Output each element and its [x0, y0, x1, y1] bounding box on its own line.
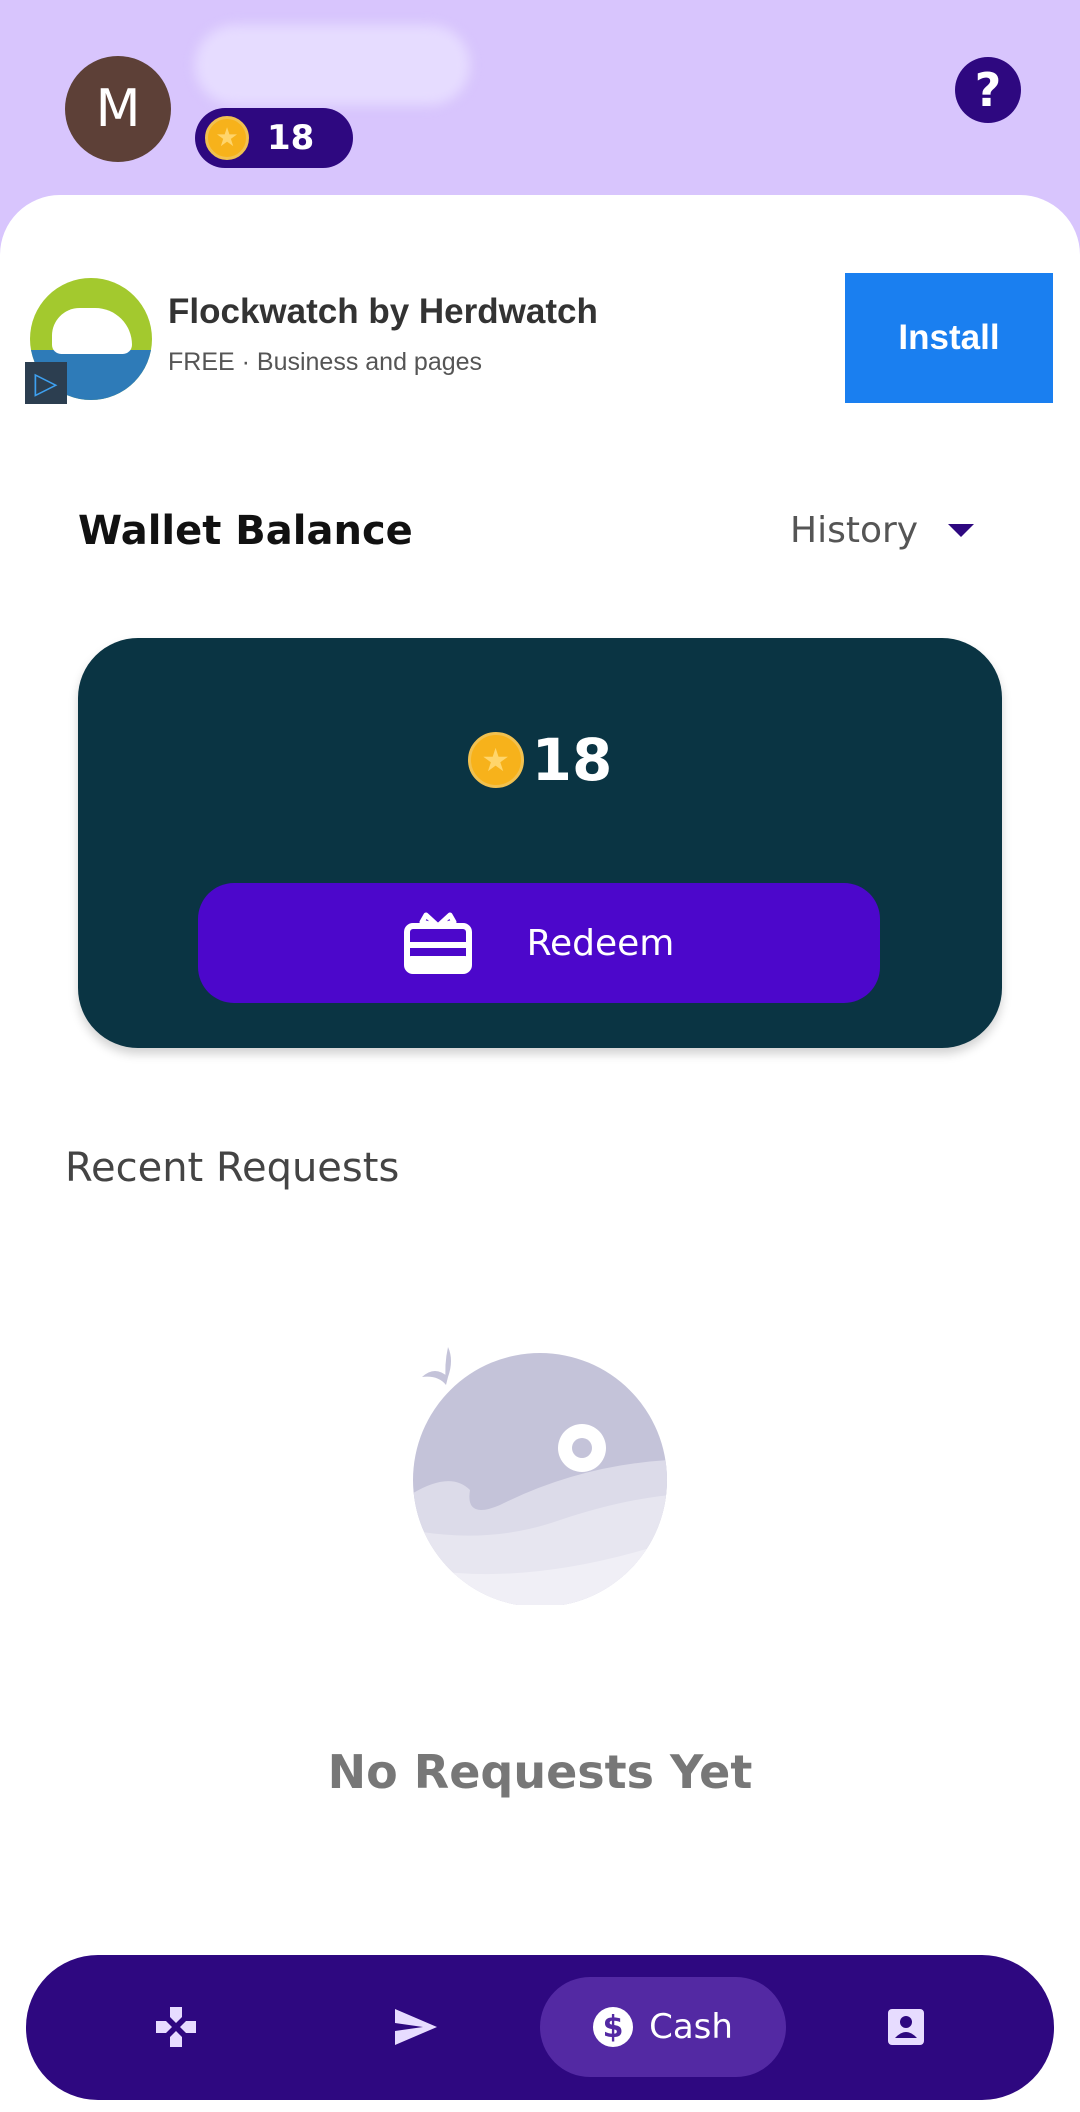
- install-button[interactable]: Install: [845, 273, 1053, 403]
- bottom-navigation: $ Cash: [26, 1955, 1054, 2100]
- ad-subtitle: FREE · Business and pages: [168, 348, 483, 376]
- nav-cash-label: Cash: [649, 2007, 733, 2047]
- history-label: History: [790, 510, 919, 551]
- coin-balance-pill[interactable]: ★ 18: [195, 108, 353, 168]
- ad-banner[interactable]: ▷ Flockwatch by Herdwatch FREE · Busines…: [0, 270, 1080, 410]
- recent-requests-title: Recent Requests: [65, 1145, 400, 1191]
- ad-choices-icon[interactable]: ▷: [25, 362, 67, 404]
- redeem-button[interactable]: Redeem: [198, 883, 880, 1003]
- redacted-username: [195, 25, 470, 105]
- profile-icon: [888, 2009, 924, 2045]
- caret-down-icon: [948, 524, 975, 537]
- app-header: M ★ 18 ?: [0, 0, 1080, 200]
- coin-count: 18: [267, 118, 315, 158]
- avatar[interactable]: M: [65, 56, 171, 162]
- nav-profile[interactable]: [856, 1977, 956, 2077]
- gift-card-icon: [403, 912, 472, 974]
- nav-games[interactable]: [126, 1977, 226, 2077]
- redeem-label: Redeem: [526, 922, 675, 964]
- balance-amount: ★ 18: [78, 726, 1002, 794]
- send-icon: [395, 2009, 437, 2045]
- help-button[interactable]: ?: [955, 57, 1021, 123]
- coin-icon: ★: [205, 116, 249, 160]
- balance-value: 18: [531, 726, 613, 794]
- ad-title: Flockwatch by Herdwatch: [168, 292, 598, 331]
- history-dropdown[interactable]: History: [790, 510, 975, 551]
- dollar-icon: $: [593, 2007, 634, 2047]
- coin-icon: ★: [467, 732, 524, 788]
- balance-card: ★ 18 Redeem: [78, 638, 1002, 1048]
- empty-whale-illustration: [413, 1347, 667, 1605]
- gamepad-icon: [156, 2007, 196, 2047]
- nav-cash[interactable]: $ Cash: [540, 1977, 786, 2077]
- wallet-balance-title: Wallet Balance: [78, 508, 413, 554]
- nav-send[interactable]: [366, 1977, 466, 2077]
- empty-state-text: No Requests Yet: [327, 1745, 753, 1799]
